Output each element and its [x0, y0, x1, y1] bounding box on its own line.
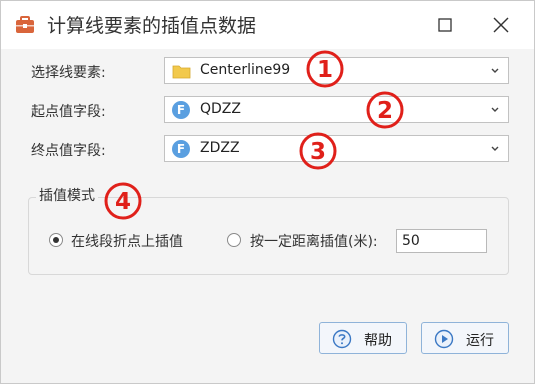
start-field-label: 起点值字段: [31, 104, 106, 120]
radio-distance[interactable] [227, 233, 241, 247]
start-field-value: QDZZ [200, 101, 241, 117]
line-feature-label: 选择线要素: [31, 65, 106, 81]
badge-3: 3 [299, 132, 337, 170]
badge-4: 4 [104, 182, 142, 220]
help-icon [332, 329, 352, 349]
end-field-value: ZDZZ [200, 140, 240, 156]
play-icon [434, 329, 454, 349]
distance-input[interactable] [396, 229, 487, 253]
radio-vertex-label[interactable]: 在线段折点上插值 [71, 231, 183, 251]
folder-icon [172, 65, 191, 79]
chevron-down-icon[interactable] [490, 145, 500, 153]
badge-1: 1 [306, 50, 344, 88]
window-title: 计算线要素的插值点数据 [47, 15, 257, 37]
badge-2-text: 2 [377, 98, 393, 124]
radio-distance-label[interactable]: 按一定距离插值(米): [250, 231, 378, 251]
badge-4-text: 4 [115, 189, 131, 215]
badge-2: 2 [366, 91, 404, 129]
help-button-label: 帮助 [364, 333, 392, 349]
badge-3-text: 3 [310, 139, 326, 165]
close-icon[interactable] [489, 13, 513, 37]
chevron-down-icon[interactable] [490, 67, 500, 75]
run-button-label: 运行 [466, 333, 494, 349]
run-button[interactable]: 运行 [421, 322, 509, 354]
chevron-down-icon[interactable] [490, 106, 500, 114]
field-icon: F [172, 140, 190, 158]
line-feature-value: Centerline99 [200, 62, 291, 78]
toolbox-icon [16, 16, 34, 33]
radio-selected-dot [53, 237, 59, 243]
radio-vertex[interactable] [49, 233, 63, 247]
field-icon: F [172, 101, 190, 119]
interpolation-mode-label: 插值模式 [36, 185, 98, 205]
maximize-icon[interactable] [433, 13, 457, 37]
dialog-window: 计算线要素的插值点数据 选择线要素: Centerline99 1 起点值字段:… [0, 0, 535, 384]
help-button[interactable]: 帮助 [319, 322, 407, 354]
end-field-label: 终点值字段: [31, 143, 106, 159]
badge-1-text: 1 [317, 57, 333, 83]
start-field-select[interactable]: F QDZZ [164, 96, 509, 123]
title-bar: 计算线要素的插值点数据 [1, 1, 534, 49]
